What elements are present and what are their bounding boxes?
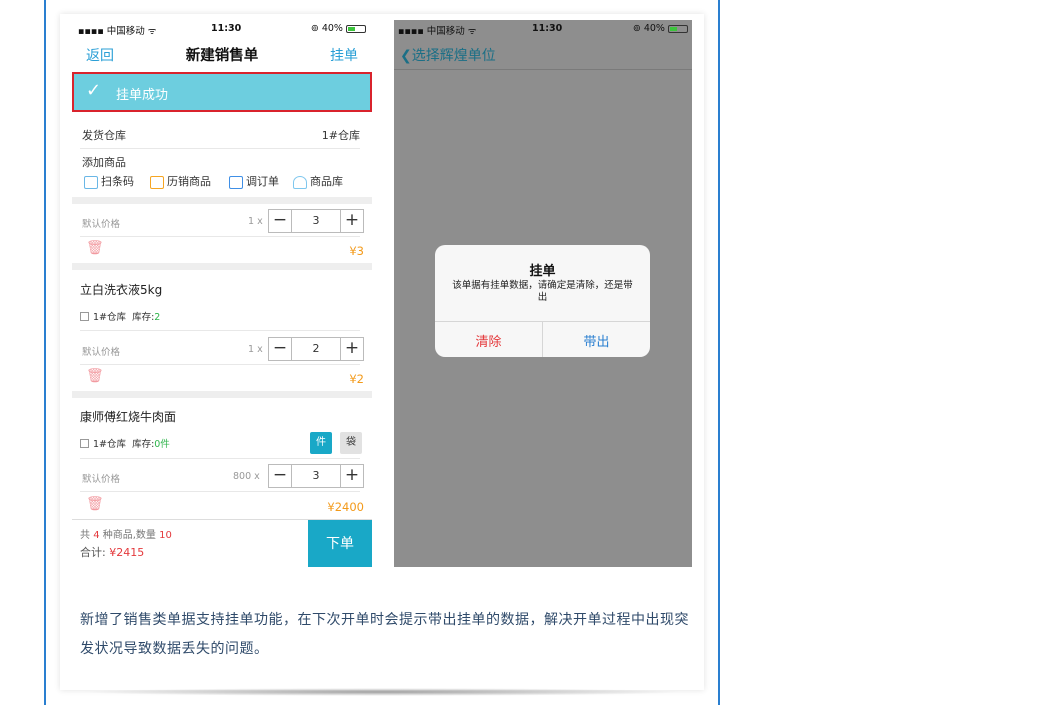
increase-button[interactable]: + (341, 465, 363, 487)
increase-button[interactable]: + (341, 338, 363, 360)
goods-catalog-button[interactable]: 商品库 (293, 173, 343, 189)
history-goods-button[interactable]: 历销商品 (150, 173, 211, 189)
price-label: 默认价格 (82, 219, 121, 230)
item-price-row: 默认价格 800 x − 3 + (72, 463, 372, 491)
description-text: 新增了销售类单据支持挂单功能，在下次开单时会提示带出挂单的数据，解决开单过程中出… (80, 612, 689, 657)
divider (80, 148, 360, 149)
load-order-button[interactable]: 调订单 (229, 173, 279, 189)
clear-button[interactable]: 清除 (435, 331, 542, 350)
stock-info: 1#仓库 库存:2 (80, 309, 160, 323)
trash-icon[interactable]: 🗑 (86, 496, 104, 512)
decrease-button[interactable]: − (269, 338, 291, 360)
take-out-button[interactable]: 带出 (543, 331, 650, 350)
warehouse-value: 1#仓库 (321, 129, 360, 142)
check-icon: ✓ (86, 80, 102, 101)
clock: 11:30 (211, 23, 242, 34)
carrier-signal: ▪▪▪▪ 中国移动 ᯤ (78, 26, 157, 37)
section-gap (72, 197, 372, 204)
divider (80, 236, 360, 237)
item-total-row: 🗑 ¥2400 (72, 496, 372, 516)
quantity-value[interactable]: 3 (291, 465, 341, 487)
item-total-row: 🗑 ¥3 (72, 240, 372, 260)
catalog-icon (293, 175, 307, 189)
order-total: 合计: ¥2415 (80, 546, 145, 559)
quantity-stepper: − 3 + (268, 209, 364, 233)
divider (80, 458, 360, 459)
hang-order-dialog: 挂单 该单据有挂单数据，请确定是清除，还是带出 清除 带出 (435, 245, 650, 357)
status-bar: ▪▪▪▪ 中国移动 ᯤ 11:30 ⊚ 40% (394, 20, 692, 37)
item-total: ¥2400 (327, 500, 364, 514)
quantity-value[interactable]: 2 (291, 338, 341, 360)
trash-icon[interactable]: 🗑 (86, 368, 104, 384)
warehouse-icon (80, 312, 89, 321)
add-goods-label: 添加商品 (82, 156, 126, 169)
stock-info: 1#仓库 库存:0件 (80, 436, 170, 450)
dialog-message: 该单据有挂单数据，请确定是清除，还是带出 (452, 280, 633, 303)
phone-select-customer: ▪▪▪▪ 中国移动 ᯤ 11:30 ⊚ 40% ❮选择辉煌单位 挂单 该单据有挂… (394, 20, 692, 567)
divider (80, 330, 360, 331)
card-shadow (80, 688, 684, 696)
toast-text: 挂单成功 (116, 88, 169, 103)
place-order-button[interactable]: 下单 (308, 520, 372, 567)
quantity-value[interactable]: 3 (291, 210, 341, 232)
history-icon (150, 175, 164, 189)
unit-price: 1 x (248, 344, 263, 355)
order-footer: 共 4 种商品,数量 10 合计: ¥2415 下单 (72, 519, 372, 567)
item-total-row: 🗑 ¥2 (72, 368, 372, 388)
divider (80, 364, 360, 365)
nav-bar: ❮选择辉煌单位 (394, 38, 692, 70)
warehouse-icon (80, 439, 89, 448)
quantity-stepper: − 3 + (268, 464, 364, 488)
add-goods-row: 添加商品 (72, 154, 372, 170)
product-name: 康师傅红烧牛肉面 (80, 410, 177, 424)
scan-barcode-button[interactable]: 扫条码 (84, 173, 134, 189)
trash-icon[interactable]: 🗑 (86, 240, 104, 256)
price-label: 默认价格 (82, 474, 121, 485)
chevron-left-icon: ❮ (400, 48, 412, 64)
unit-price: 1 x (248, 216, 263, 227)
decrease-button[interactable]: − (269, 210, 291, 232)
barcode-icon (84, 175, 98, 189)
section-gap (72, 263, 372, 270)
dialog-title: 挂单 (529, 264, 556, 279)
battery-icon (346, 24, 366, 33)
decrease-button[interactable]: − (269, 465, 291, 487)
status-bar: ▪▪▪▪ 中国移动 ᯤ 11:30 ⊚ 40% (72, 20, 372, 37)
back-button[interactable]: ❮选择辉煌单位 (400, 45, 496, 65)
battery-status: ⊚ 40% (633, 23, 688, 34)
item-total: ¥2 (349, 372, 364, 386)
warehouse-label: 发货仓库 (82, 129, 126, 142)
hang-order-button[interactable]: 挂单 (330, 45, 358, 65)
section-gap (72, 391, 372, 398)
unit-option-bag[interactable]: 袋 (340, 432, 362, 454)
success-toast: ✓ 挂单成功 (72, 72, 372, 112)
order-icon (229, 175, 243, 189)
nav-bar: 返回 新建销售单 挂单 (72, 38, 372, 68)
battery-icon (668, 24, 688, 33)
item-total: ¥3 (349, 244, 364, 258)
warehouse-row[interactable]: 发货仓库 1#仓库 (72, 124, 372, 144)
increase-button[interactable]: + (341, 210, 363, 232)
price-label: 默认价格 (82, 347, 121, 358)
battery-status: ⊚ 40% (311, 23, 366, 34)
product-name: 立白洗衣液5kg (80, 283, 163, 297)
item-price-row: 默认价格 1 x − 2 + (72, 336, 372, 364)
clock: 11:30 (532, 23, 563, 34)
item-price-row: 默认价格 1 x − 3 + (72, 208, 372, 236)
quantity-stepper: − 2 + (268, 337, 364, 361)
phone-new-sales-order: ▪▪▪▪ 中国移动 ᯤ 11:30 ⊚ 40% 返回 新建销售单 挂单 ✓ 挂单… (72, 20, 372, 567)
unit-price: 800 x (233, 471, 260, 482)
divider (80, 491, 360, 492)
order-summary: 共 4 种商品,数量 10 (80, 530, 172, 541)
page-title: 新建销售单 (185, 48, 259, 64)
carrier-signal: ▪▪▪▪ 中国移动 ᯤ (398, 26, 477, 37)
unit-option-piece[interactable]: 件 (310, 432, 332, 454)
